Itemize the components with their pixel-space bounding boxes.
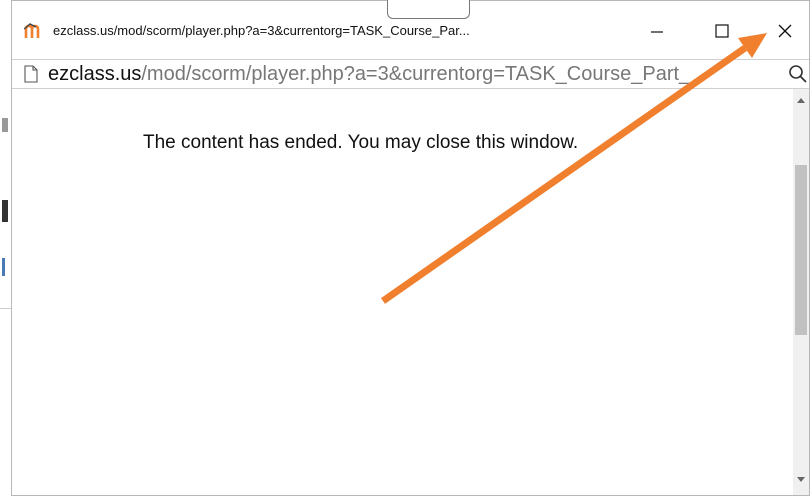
page-icon [24,65,38,83]
scroll-down-arrow-icon[interactable] [797,475,805,483]
address-bar[interactable]: ezclass.us/mod/scorm/player.php?a=3&curr… [12,59,809,89]
background-fragment [2,118,8,132]
zoom-icon[interactable] [788,63,808,85]
vertical-scrollbar[interactable] [793,89,809,495]
window-title: ezclass.us/mod/scorm/player.php?a=3&curr… [53,23,470,38]
content-area: The content has ended. You may close thi… [12,89,793,495]
moodle-logo-icon [24,23,40,38]
url-text[interactable]: ezclass.us/mod/scorm/player.php?a=3&curr… [48,62,690,86]
window-drag-tab [387,0,470,19]
maximize-icon [715,24,729,38]
scrollbar-thumb[interactable] [795,165,807,335]
scroll-up-arrow-icon[interactable] [797,97,805,105]
close-button[interactable] [766,16,806,46]
popup-window: ezclass.us/mod/scorm/player.php?a=3&curr… [11,0,810,496]
url-path: /mod/scorm/player.php?a=3&currentorg=TAS… [141,63,691,85]
minimize-button[interactable] [637,16,677,46]
maximize-button[interactable] [702,16,742,46]
url-host: ezclass.us [48,63,142,85]
close-icon [778,24,792,38]
content-ended-message: The content has ended. You may close thi… [143,132,579,153]
background-fragment [2,258,5,276]
background-fragment [2,200,8,222]
